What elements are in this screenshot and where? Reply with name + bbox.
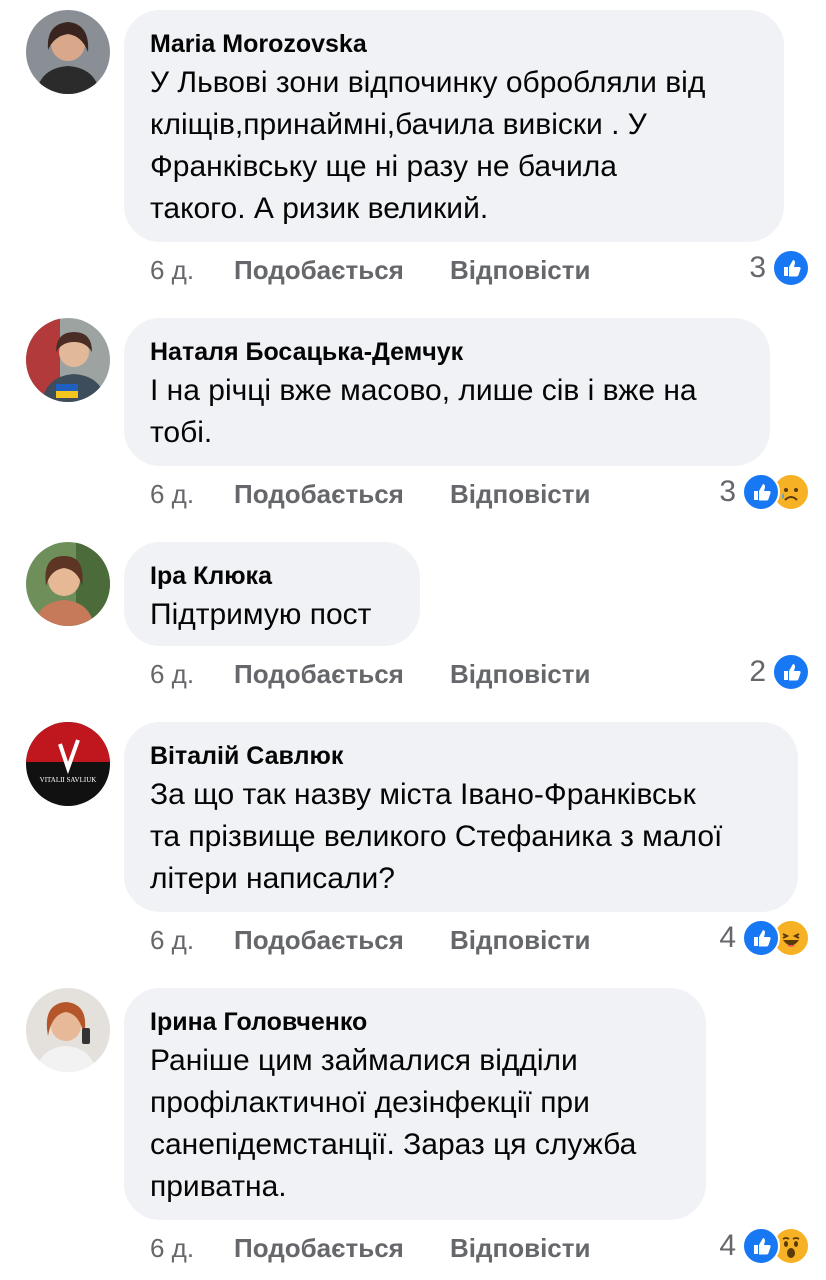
comment-line: Франківську ще ні разу не бачила xyxy=(150,150,617,183)
comment-line: санепідемстанції. Зараз ця служба xyxy=(150,1128,637,1161)
like-button[interactable]: Подобається xyxy=(234,656,450,692)
comment-bubble: Наталя Босацька-Демчук І на річці вже ма… xyxy=(124,318,770,466)
like-button[interactable]: Подобається xyxy=(234,1230,450,1266)
comment-line: За що так назву міста Івано-Франківськ xyxy=(150,778,696,811)
comment-line: І на річці вже масово, лише сів і вже на xyxy=(150,374,697,407)
reaction-count: 3 xyxy=(749,251,766,284)
reaction-count: 3 xyxy=(719,475,736,508)
comment-line: приватна. xyxy=(150,1170,287,1203)
comment-bubble: Іра Клюка Підтримую пост xyxy=(124,542,420,646)
avatar[interactable]: VITALII SAVLIUK xyxy=(26,722,110,806)
comment-bubble: Віталій Савлюк За що так назву міста Іва… xyxy=(124,722,798,912)
like-button[interactable]: Подобається xyxy=(234,922,450,958)
reactions[interactable]: 2 xyxy=(749,653,810,691)
comment-author[interactable]: Віталій Савлюк xyxy=(150,740,772,772)
comment-actions: 6 д. Подобається Відповісти xyxy=(150,656,590,692)
reactions[interactable]: 4 xyxy=(719,919,810,957)
comment-author[interactable]: Maria Morozovska xyxy=(150,28,758,60)
comment-actions: 6 д. Подобається Відповісти xyxy=(150,252,590,288)
reply-button[interactable]: Відповісти xyxy=(450,656,590,692)
comment-actions: 6 д. Подобається Відповісти xyxy=(150,1230,590,1266)
like-icon xyxy=(742,473,780,511)
comment-text: За що так назву міста Івано-Франківськ т… xyxy=(150,774,772,900)
comment-author[interactable]: Ірина Головченко xyxy=(150,1006,680,1038)
reactions[interactable]: 3 xyxy=(719,473,810,511)
comment-line: Раніше цим займалися відділи xyxy=(150,1044,578,1077)
comment-line: У Львові зони відпочинку обробляли від xyxy=(150,66,706,99)
reply-button[interactable]: Відповісти xyxy=(450,1230,590,1266)
comment-author[interactable]: Іра Клюка xyxy=(150,560,394,592)
avatar[interactable] xyxy=(26,318,110,402)
timestamp[interactable]: 6 д. xyxy=(150,1230,234,1266)
like-icon xyxy=(742,1227,780,1265)
avatar[interactable] xyxy=(26,542,110,626)
comment-actions: 6 д. Подобається Відповісти xyxy=(150,476,590,512)
comment-line: та прізвище великого Стефаника з малої xyxy=(150,820,723,853)
like-icon xyxy=(772,653,810,691)
comment-author[interactable]: Наталя Босацька-Демчук xyxy=(150,336,744,368)
avatar[interactable] xyxy=(26,988,110,1072)
like-button[interactable]: Подобається xyxy=(234,476,450,512)
timestamp[interactable]: 6 д. xyxy=(150,656,234,692)
reply-button[interactable]: Відповісти xyxy=(450,476,590,512)
comment-line: літери написали? xyxy=(150,862,395,895)
comment-line: Підтримую пост xyxy=(150,598,372,631)
comment-actions: 6 д. Подобається Відповісти xyxy=(150,922,590,958)
avatar-logo-text: VITALII SAVLIUK xyxy=(40,776,97,784)
like-icon xyxy=(742,919,780,957)
reaction-count: 4 xyxy=(719,1229,736,1262)
comment-line: профілактичної дезінфекції при xyxy=(150,1086,590,1119)
comment-line: такого. А ризик великий. xyxy=(150,192,489,225)
timestamp[interactable]: 6 д. xyxy=(150,252,234,288)
reaction-count: 4 xyxy=(719,921,736,954)
comment-bubble: Ірина Головченко Раніше цим займалися ві… xyxy=(124,988,706,1220)
comment-line: кліщів,принаймні,бачила вивіски . У xyxy=(150,108,647,141)
like-button[interactable]: Подобається xyxy=(234,252,450,288)
comment-text: І на річці вже масово, лише сів і вже на… xyxy=(150,370,744,454)
timestamp[interactable]: 6 д. xyxy=(150,476,234,512)
reactions[interactable]: 4 xyxy=(719,1227,810,1265)
like-icon xyxy=(772,249,810,287)
timestamp[interactable]: 6 д. xyxy=(150,922,234,958)
comment-line: тобі. xyxy=(150,416,213,449)
reply-button[interactable]: Відповісти xyxy=(450,252,590,288)
reply-button[interactable]: Відповісти xyxy=(450,922,590,958)
reactions[interactable]: 3 xyxy=(749,249,810,287)
avatar[interactable] xyxy=(26,10,110,94)
comment-text: У Львові зони відпочинку обробляли від к… xyxy=(150,62,758,230)
reaction-count: 2 xyxy=(749,655,766,688)
comment-text: Раніше цим займалися відділи профілактич… xyxy=(150,1040,680,1208)
comment-bubble: Maria Morozovska У Львові зони відпочинк… xyxy=(124,10,784,242)
comment-text: Підтримую пост xyxy=(150,594,394,636)
